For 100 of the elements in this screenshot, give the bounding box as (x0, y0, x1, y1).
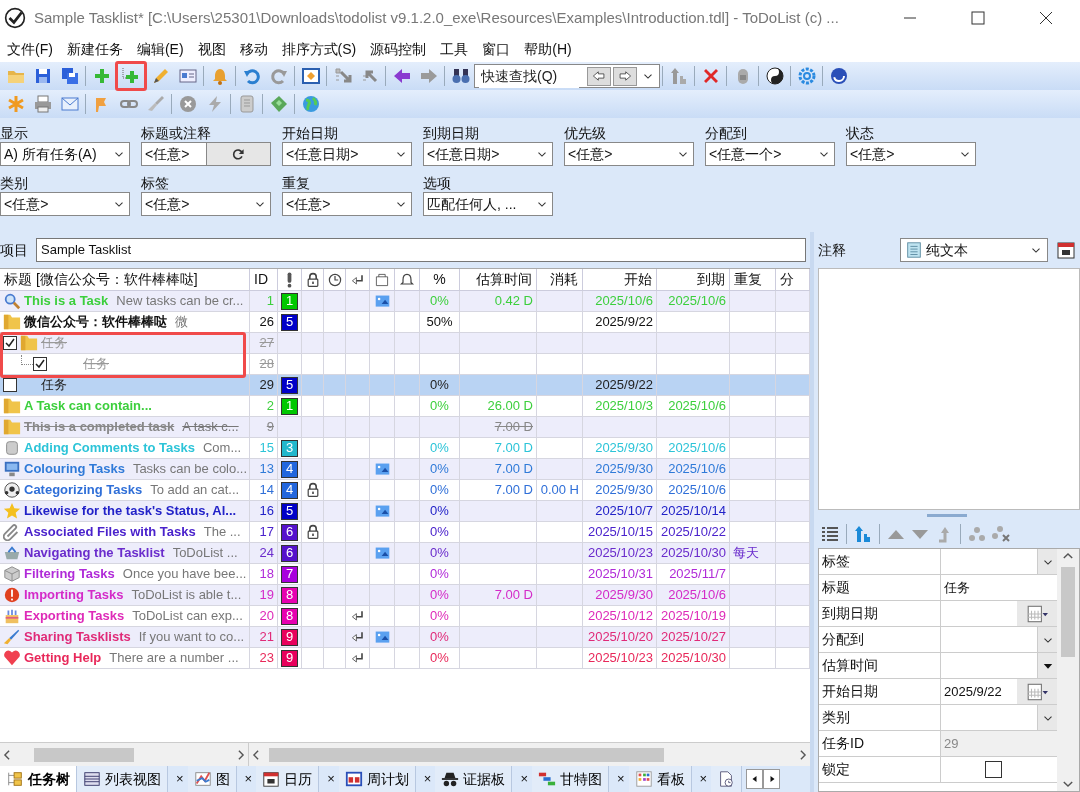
filter-field[interactable]: <任意> (141, 142, 271, 166)
menu-item[interactable]: 窗口 (475, 38, 518, 60)
close-tab-button[interactable]: × (699, 769, 708, 789)
close-tab-button[interactable]: × (520, 769, 528, 789)
menu-item[interactable]: 新建任务 (59, 38, 130, 60)
task-title[interactable]: Getting Help (24, 648, 102, 668)
selected-row[interactable]: 任务 29 5 0% 2025/9/22 (0, 375, 810, 396)
yin-yang-icon[interactable] (764, 66, 785, 86)
task-row[interactable]: Navigating the Tasklist ToDoList ... 24 6 0% 2025/10/23 2025/10/30 每天 (0, 543, 810, 564)
globe-icon[interactable] (300, 94, 321, 114)
filter-dropdown[interactable]: <任意> (846, 142, 976, 166)
view-tab[interactable]: 周计划 (338, 766, 416, 792)
cancel-icon[interactable] (177, 94, 198, 114)
menu-item[interactable]: 源码控制 (363, 38, 434, 60)
task-row[interactable]: Likewise for the task's Status, Al... 16 5 0% 2025/10/7 2025/10/14 (0, 501, 810, 522)
view-tab[interactable]: 证据板 (435, 766, 513, 792)
task-row[interactable]: Getting Help There are a number ... 23 9 0% 2025/10/23 2025/10/30 (0, 648, 810, 669)
redo-icon[interactable] (268, 66, 289, 86)
vertical-scrollbar[interactable] (1057, 549, 1079, 791)
menu-item[interactable]: 文件(F) (0, 38, 60, 60)
view-tab[interactable]: 日历 (256, 766, 320, 792)
close-tab-button[interactable]: × (244, 769, 253, 789)
ticket-icon[interactable] (268, 94, 289, 114)
settings-icon[interactable] (796, 66, 817, 86)
filter-dropdown[interactable]: 匹配任何人, ... (423, 192, 553, 216)
expand-icon[interactable] (300, 66, 321, 86)
task-title[interactable]: 微信公众号：软件棒棒哒 (24, 312, 167, 332)
menu-item[interactable]: 帮助(H) (517, 38, 579, 60)
table-cell (302, 501, 324, 522)
task-note: The ... (203, 523, 241, 542)
task-title[interactable]: Importing Tasks (24, 585, 124, 605)
add-subtask-icon[interactable] (121, 66, 141, 86)
save-all-icon[interactable] (59, 66, 80, 86)
filter-dropdown[interactable]: <任意> (564, 142, 694, 166)
checkbox[interactable] (3, 378, 17, 392)
task-row[interactable]: Sharing Tasklists If you want to co... 21 9 0% 2025/10/20 2025/10/27 (0, 627, 810, 648)
task-title[interactable]: Filtering Tasks (24, 564, 115, 584)
list-icon[interactable] (820, 524, 840, 544)
scrollbar-thumb[interactable] (1061, 567, 1075, 657)
format-dropdown[interactable]: 纯文本 (900, 238, 1048, 262)
menu-item[interactable]: 移动 (232, 38, 275, 60)
quick-find-field[interactable]: 快速查找(Q) (474, 64, 660, 88)
filter-dropdown[interactable]: <任意> (141, 192, 271, 216)
menu-item[interactable]: 排序方式(S) (274, 38, 364, 60)
printer-icon[interactable] (32, 94, 53, 114)
task-row[interactable]: This is a completed task A task c... 9 7.00 D (0, 417, 810, 438)
card-icon[interactable] (177, 66, 198, 86)
filter-dropdown[interactable]: <任意> (0, 192, 130, 216)
close-tab-button[interactable]: × (176, 769, 184, 789)
table-cell: 2025/9/22 (583, 375, 657, 396)
filter-dropdown[interactable]: <任意> (282, 192, 412, 216)
close-tab-button[interactable]: × (616, 769, 625, 789)
calendar-icon[interactable] (1056, 240, 1076, 260)
view-tab[interactable]: 列表视图 (77, 766, 168, 792)
task-title[interactable]: Categorizing Tasks (24, 480, 143, 500)
close-tab-button[interactable]: × (423, 769, 432, 789)
undo-icon[interactable] (241, 66, 262, 86)
task-row[interactable]: This is a Task New tasks can be cr... 1 1 0% 0.42 D 2025/10/6 2025/10/6 (0, 291, 810, 312)
scrollbar-thumb[interactable] (269, 747, 664, 762)
menu-item[interactable]: 工具 (433, 38, 476, 60)
task-title[interactable]: Colouring Tasks (24, 459, 125, 479)
comments-field[interactable] (818, 268, 1080, 510)
checkbox[interactable] (33, 357, 47, 371)
table-cell (730, 417, 776, 438)
table-cell: 0% (420, 648, 460, 669)
checkbox[interactable] (985, 761, 1002, 778)
task-row[interactable]: Colouring Tasks Tasks can be colo... 13 4 0% 7.00 D 2025/9/30 2025/10/6 (0, 459, 810, 480)
task-title[interactable]: Navigating the Tasklist (24, 543, 165, 563)
view-tab[interactable] (711, 766, 743, 792)
ungroup-icon[interactable] (991, 524, 1011, 544)
task-title[interactable]: Associated Files with Tasks (24, 522, 196, 542)
task-title[interactable]: Sharing Tasklists (24, 627, 131, 647)
menu-item[interactable]: 视图 (190, 38, 233, 60)
view-tab[interactable]: 任务树 (0, 766, 77, 792)
binoculars-icon[interactable] (450, 66, 471, 86)
sort-icon[interactable] (853, 524, 873, 544)
task-title[interactable]: Likewise for the task's Status, Al... (24, 501, 237, 521)
filter-dropdown[interactable]: <任意日期> (423, 142, 553, 166)
mail-icon[interactable] (59, 94, 80, 114)
sort-icon[interactable] (668, 66, 689, 86)
filter-label: 到期日期 (423, 124, 480, 142)
help-icon[interactable] (828, 66, 849, 86)
filter-dropdown[interactable]: <任意日期> (282, 142, 412, 166)
scrollbar-thumb[interactable] (34, 747, 134, 762)
view-tab[interactable]: 看板 (628, 766, 692, 792)
close-tab-button[interactable]: × (327, 769, 335, 789)
task-title[interactable]: Exporting Tasks (24, 606, 125, 626)
filter-dropdown[interactable]: A) 所有任务(A) (0, 142, 130, 166)
task-row[interactable]: Importing Tasks ToDoList is able t... 19 8 0% 7.00 D 2025/9/30 2025/10/6 (0, 585, 810, 606)
menu-item[interactable]: 编辑(E) (129, 38, 191, 60)
maximize-icon[interactable] (968, 8, 988, 28)
splitter-handle[interactable] (927, 513, 967, 517)
checkbox[interactable] (3, 336, 17, 350)
view-tab[interactable]: 甘特图 (531, 766, 609, 792)
project-field[interactable]: Sample Tasklist (36, 238, 806, 262)
view-tab[interactable]: 图 (187, 766, 237, 792)
refresh-icon[interactable] (230, 146, 247, 162)
filter-dropdown[interactable]: <任意一个> (705, 142, 835, 166)
indent-icon[interactable] (332, 66, 353, 86)
task-title[interactable]: 任务 (41, 375, 67, 395)
